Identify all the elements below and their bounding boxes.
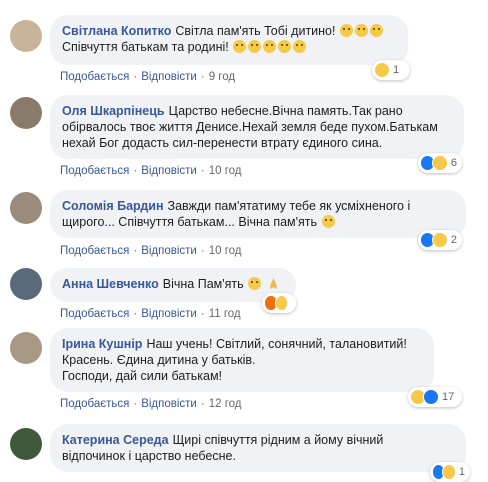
comment-text: Щирі співчуття рідним а йому вічний [172,433,384,447]
comment-text-line3: Господи, дай сили батькам! [62,369,223,383]
like-link[interactable]: Подобається [60,398,129,410]
comment-text: Наш учень! Світлий, сонячний, талановити… [146,337,407,351]
reaction-count: 2 [450,234,457,246]
timestamp[interactable]: 9 год [209,71,235,83]
sad-reaction-icon [374,62,390,78]
reaction-count: 1 [393,64,400,76]
sad-emoji-icon [339,24,353,37]
avatar[interactable] [10,97,42,129]
reaction-count: 17 [442,391,455,403]
comment-bubble: Світлана Копитко Світла пам'ять Тобі дити… [50,15,408,65]
reply-link[interactable]: Відповісти [141,398,197,410]
sad-emoji-icon [293,40,307,53]
comment-text-line2: обірвалось твоє життя Денисе.Нехай земля… [62,120,438,134]
comment-text-line2: щирого... Співчуття батькам... Вічна пам… [62,215,318,229]
avatar[interactable] [10,20,42,52]
praying-hands-icon [267,277,280,290]
timestamp[interactable]: 10 год [209,165,242,177]
reaction-count: 6 [450,157,457,169]
reaction-summary[interactable]: 2 [418,230,462,250]
reaction-summary[interactable]: 6 [418,153,462,173]
comment-text-line2: Красень. Єдина дитина у батьків. [62,353,256,367]
author-name[interactable]: Оля Шкарпінець [62,104,165,118]
comment-actions: Подобається · Відповісти · 10 год [60,165,242,177]
comment-text-line3: нехай Бог додасть сил-перенести втрату є… [62,136,383,150]
sad-emoji-icon [248,40,262,53]
reaction-count: 1 [458,466,465,478]
avatar[interactable] [10,428,42,460]
like-link[interactable]: Подобається [60,308,129,320]
comment-text-line2: Співчуття батькам та родині! [62,40,229,54]
sad-emoji-icon [233,40,247,53]
comment-bubble: Катерина Середа Щирі співчуття рідним а й… [50,424,466,472]
reply-link[interactable]: Відповісти [141,165,197,177]
sad-reaction-icon [432,155,448,171]
avatar[interactable] [10,268,42,300]
reply-link[interactable]: Відповісти [141,71,197,83]
sad-emoji-icon [369,24,383,37]
sad-reaction-icon [432,232,448,248]
author-name[interactable]: Анна Шевченко [62,277,159,291]
sad-emoji-icon [321,215,335,228]
comment-actions: Подобається · Відповісти · 10 год [60,245,242,257]
comment-bubble: Оля Шкарпінець Царство небесне.Вічна памя… [50,95,464,159]
reaction-summary[interactable] [262,293,296,313]
timestamp[interactable]: 10 год [209,245,242,257]
author-name[interactable]: Соломія Бардин [62,199,164,213]
comment-bubble: Соломія Бардин Завжди пам'ятатиму тебе як… [50,190,466,238]
avatar[interactable] [10,192,42,224]
comment-actions: Подобається · Відповісти · 11 год [60,308,241,320]
sad-emoji-icon [263,40,277,53]
reaction-summary[interactable]: 17 [408,387,462,407]
reply-link[interactable]: Відповісти [141,308,197,320]
comment-text: Царство небесне.Вічна память.Так рано [168,104,403,118]
reaction-summary[interactable]: 1 [372,60,410,80]
sad-emoji-icon [354,24,368,37]
comment-text-line2: відпочинок і царство небесне. [62,449,236,463]
timestamp[interactable]: 11 год [209,308,241,320]
comment-bubble: Анна Шевченко Вічна Пам'ять [50,268,296,302]
comment-text: Світла пам'ять Тобі дитино! [175,24,336,38]
comment-text: Вічна Пам'ять [162,277,244,291]
like-reaction-icon [423,389,439,405]
sad-emoji-icon [278,40,292,53]
comment-bubble: Ірина Кушнір Наш учень! Світлий, сонячний… [50,328,434,392]
reply-link[interactable]: Відповісти [141,245,197,257]
reaction-summary[interactable]: 1 [430,462,470,482]
author-name[interactable]: Катерина Середа [62,433,169,447]
like-link[interactable]: Подобається [60,245,129,257]
sad-reaction-icon [274,295,288,311]
like-link[interactable]: Подобається [60,71,129,83]
comment-actions: Подобається · Відповісти · 9 год [60,71,236,83]
author-name[interactable]: Світлана Копитко [62,24,171,38]
avatar[interactable] [10,332,42,364]
timestamp[interactable]: 12 год [209,398,242,410]
author-name[interactable]: Ірина Кушнір [62,337,142,351]
sad-reaction-icon [442,464,456,480]
like-link[interactable]: Подобається [60,165,129,177]
comment-text: Завжди пам'ятатиму тебе як усміхненого і [167,199,411,213]
sad-emoji-icon [248,277,262,290]
comment-actions: Подобається · Відповісти · 12 год [60,398,242,410]
